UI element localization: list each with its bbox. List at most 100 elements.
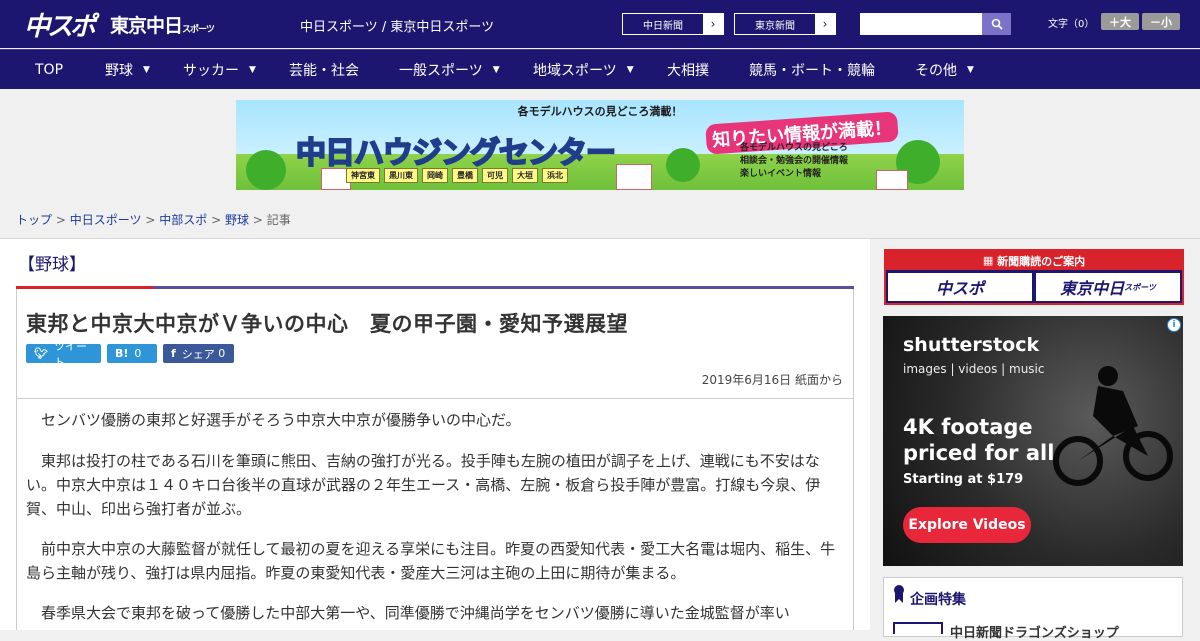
tokyo-shimbun-label: 東京新聞 [735,14,815,34]
nav-item-general-sports[interactable]: 一般スポーツ ▼ [399,50,500,90]
breadcrumb-separator: > [55,213,66,227]
breadcrumb-separator: > [211,213,222,227]
section-label: 【野球】 [18,255,86,275]
article-paragraph: センバツ優勝の東邦と好選手がそろう中京大中京が優勝争いの中心だ。 [26,411,521,429]
subscription-title-text: 新聞購読のご案内 [997,254,1086,268]
chevron-right-icon: › [822,17,828,31]
nav-item-other[interactable]: その他 ▼ [915,50,974,90]
chevron-down-icon: ▼ [249,65,256,75]
banner-feature-list: 各モデルハウスの見どころ 相談会・勉強会の開催情報 楽しいイベント情報 [740,142,848,181]
search-button[interactable] [982,13,1011,35]
banner-list-item: 楽しいイベント情報 [740,169,822,179]
chuspo-logo[interactable]: 中スポ [24,6,96,43]
explore-videos-button[interactable]: Explore Videos [903,507,1031,543]
nav-item-label: 野球 [105,63,133,79]
ad-headline-line: priced for all [903,441,1055,465]
chunichi-shimbun-link[interactable]: 中日新聞 › [622,13,724,35]
breadcrumb-separator: > [145,213,156,227]
banner-list-item: 相談会・勉強会の開催情報 [740,156,849,166]
banner-city: 可児 [482,168,508,183]
top-header: 中スポ 東京中日スポーツ 中日スポーツ / 東京中日スポーツ 中日新聞 › 東京… [0,0,1200,48]
chevron-down-icon: ▼ [143,65,150,75]
subscribe-tokyo-chunichi-text: 東京中日 [1060,279,1125,298]
nav-item-local-sports[interactable]: 地域スポーツ ▼ [533,50,634,90]
nav-item-label: 一般スポーツ [399,63,483,79]
hatena-bookmark-button[interactable]: B! 0 [107,344,157,363]
nav-item-baseball[interactable]: 野球 ▼ [105,50,150,90]
twitter-icon: 🐦︎ [34,347,48,360]
facebook-share-label: シェア [181,347,215,361]
breadcrumb-link-chunichi-sports[interactable]: 中日スポーツ [70,213,142,227]
site-title[interactable]: 中日スポーツ / 東京中日スポーツ [300,16,494,35]
breadcrumb-link-baseball[interactable]: 野球 [225,213,249,227]
banner-city-list: 神宮東 黒川東 岡崎 豊橋 可児 大垣 浜北 [346,168,568,183]
banner-city: 豊橋 [452,168,478,183]
article-paragraph: 春季県大会で東邦を破って優勝した中部大第一や、同準優勝で沖縄尚学をセンバツ優勝に… [26,604,790,622]
motocross-rider-illustration [1053,366,1173,486]
tree-illustration [666,148,700,182]
banner-city: 神宮東 [346,168,380,183]
nav-item-label: 競馬・ボート・競輪 [749,63,875,79]
ad-price: Starting at $179 [903,472,1024,487]
subscribe-chuspo-link[interactable]: 中スポ [888,273,1032,301]
ad-subtitle: images | videos | music [903,362,1045,376]
tweet-label: ツイート [53,339,87,369]
breadcrumb-current: 記事 [266,213,291,227]
chevron-right-icon: › [710,17,716,31]
tree-illustration [246,150,286,190]
feature-thumbnail[interactable] [893,622,943,634]
subscription-box: ▦ 新聞購読のご案内 中スポ 東京中日 スポーツ [884,249,1184,305]
article-date: 2019年6月16日 紙面から [701,373,843,387]
banner-city: 浜北 [542,168,568,183]
tokyo-shimbun-link[interactable]: 東京新聞 › [734,13,836,35]
article-headline: 東邦と中京大中京がＶ争いの中心 夏の甲子園・愛知予選展望 [26,312,628,336]
nav-item-sumo[interactable]: 大相撲 [667,50,709,90]
tokyo-chunichi-logo-small: スポーツ [182,25,215,35]
breadcrumb-link-chubu-spo[interactable]: 中部スポ [159,213,207,227]
main-nav: TOP 野球 ▼ サッカー ▼ 芸能・社会 一般スポーツ ▼ 地域スポーツ ▼ 大相撲 … [0,49,1200,89]
banner-list-item: 各モデルハウスの見どころ [740,143,848,153]
nav-item-label: TOP [35,62,64,78]
breadcrumb-separator: > [252,213,263,227]
tokyo-chunichi-logo[interactable]: 東京中日スポーツ [110,11,215,38]
nav-item-entertainment[interactable]: 芸能・社会 [289,50,359,90]
housing-center-banner-ad[interactable]: 各モデルハウスの見どころ満載！ 中日ハウジングセンター 知りたい情報が満載！ 各… [236,100,964,190]
nav-item-soccer[interactable]: サッカー ▼ [183,50,256,90]
ad-info-icon[interactable]: i [1167,318,1181,332]
article-paragraph: 前中京大中京の大藤監督が就任して最初の夏を迎える享栄にも注目。昨夏の西愛知代表・… [26,540,836,582]
nav-item-racing[interactable]: 競馬・ボート・競輪 [749,50,875,90]
banner-city: 大垣 [512,168,538,183]
search-input[interactable] [860,13,982,35]
newspaper-icon: ▦ [982,254,998,267]
nav-item-label: 大相撲 [667,63,709,79]
article-paragraph: 東邦は投打の柱である石川を筆頭に熊田、吉納の強打が光る。投手陣も左腕の植田が調子… [26,452,821,518]
feature-item-dragons-shop[interactable]: 中日新聞ドラゴンズショップ [950,622,1119,641]
tweet-button[interactable]: 🐦︎ ツイート [26,340,101,369]
subscription-title: ▦ 新聞購読のご案内 [886,251,1182,270]
nav-item-top[interactable]: TOP [35,50,63,90]
tokyo-chunichi-logo-text: 東京中日 [110,15,183,37]
shutterstock-ad[interactable]: i shutterstock images | videos | music 4… [883,316,1183,566]
ad-brand: shutterstock [903,334,1040,356]
subscribe-tokyo-chunichi-link[interactable]: 東京中日 スポーツ [1036,273,1180,301]
house-illustration [876,170,908,190]
banner-city: 岡崎 [422,168,448,183]
subscribe-tokyo-chunichi-small: スポーツ [1124,282,1156,292]
chevron-down-icon: ▼ [492,65,500,75]
chunichi-shimbun-label: 中日新聞 [623,14,703,34]
feature-title: 企画特集 [910,592,966,608]
banner-main-text: 中日ハウジングセンター [295,135,617,172]
nav-item-label: サッカー [183,63,239,79]
breadcrumb-link-top[interactable]: トップ [16,213,52,227]
facebook-count: 0 [218,347,226,360]
ad-headline-line: 4K footage [903,415,1033,439]
ribbon-icon [894,585,904,603]
font-smaller-button[interactable]: －小 [1142,13,1180,30]
nav-item-label: その他 [915,63,957,79]
chevron-down-icon: ▼ [967,65,974,75]
breadcrumb: トップ > 中日スポーツ > 中部スポ > 野球 > 記事 [16,211,291,228]
ad-headline: 4K footage priced for all [903,414,1054,466]
house-illustration [616,164,652,190]
font-larger-button[interactable]: ＋大 [1101,13,1139,30]
facebook-share-button[interactable]: f シェア 0 [163,344,234,363]
